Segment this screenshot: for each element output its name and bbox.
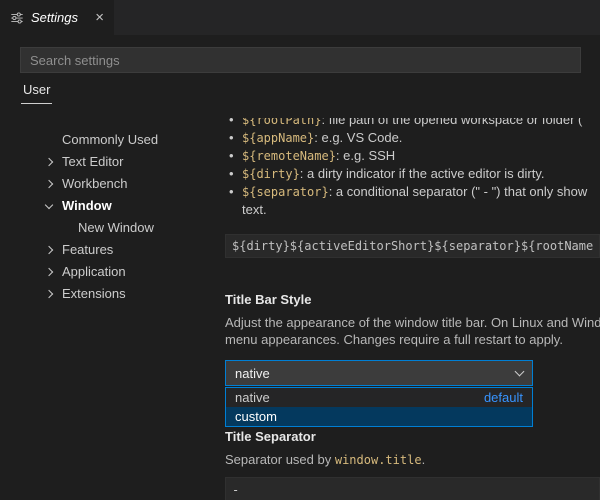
setting-description: Separator used by window.title. [225, 451, 600, 469]
chevron-right-icon [45, 290, 53, 298]
list-item: ${rootPath}: file path of the opened wor… [225, 118, 600, 129]
editor-tab-bar: Settings × [0, 0, 600, 35]
toc-item-window[interactable]: Window [0, 195, 222, 217]
settings-toc: Commonly Used Text Editor Workbench Wind… [0, 129, 222, 305]
toc-item-features[interactable]: Features [0, 239, 222, 261]
setting-title-bar-style: ⚙ Title Bar Style Adjust the appearance … [225, 292, 600, 386]
toc-item-application[interactable]: Application [0, 261, 222, 283]
settings-content: ${rootPath}: file path of the opened wor… [225, 118, 600, 500]
setting-description-line1: Adjust the appearance of the window titl… [225, 314, 600, 331]
settings-sliders-icon [10, 11, 24, 25]
option-label: custom [235, 407, 277, 426]
title-bar-style-dropdown: native default custom [225, 387, 533, 427]
list-item: ${dirty}: a dirty indicator if the activ… [225, 165, 600, 183]
chevron-right-icon [45, 158, 53, 166]
list-item: ${separator}: a conditional separator ("… [225, 183, 600, 201]
toc-label: Application [62, 264, 126, 279]
list-item-continuation: text. [225, 201, 600, 218]
toc-item-workbench[interactable]: Workbench [0, 173, 222, 195]
window-title-variable-list: ${rootPath}: file path of the opened wor… [225, 118, 600, 218]
chevron-down-icon [515, 366, 525, 376]
code-token: ${remoteName} [242, 149, 336, 163]
tab-settings[interactable]: Settings × [0, 0, 114, 35]
toc-item-new-window[interactable]: New Window [0, 217, 222, 239]
window-title-input[interactable] [225, 234, 600, 258]
code-token: window.title [335, 453, 422, 467]
toc-item-extensions[interactable]: Extensions [0, 283, 222, 305]
settings-search [20, 47, 581, 73]
option-default-hint: default [484, 388, 523, 407]
setting-title-separator: Title Separator Separator used by window… [225, 429, 600, 500]
title-bar-style-select-wrap: native native default custom [225, 360, 533, 386]
close-tab-icon[interactable]: × [95, 10, 104, 25]
code-token: ${rootPath} [242, 118, 321, 127]
chevron-right-icon [45, 180, 53, 188]
option-label: native [235, 388, 270, 407]
list-item: ${remoteName}: e.g. SSH [225, 147, 600, 165]
toc-item-text-editor[interactable]: Text Editor [0, 151, 222, 173]
toc-label: Text Editor [62, 154, 123, 169]
chevron-right-icon [45, 246, 53, 254]
option-native[interactable]: native default [226, 388, 532, 407]
scope-tabs: User [21, 82, 52, 104]
search-input[interactable] [20, 47, 581, 73]
toc-label: Commonly Used [62, 132, 158, 147]
toc-label: Extensions [62, 286, 126, 301]
title-bar-style-select[interactable]: native [225, 360, 533, 386]
toc-label: Window [62, 198, 112, 213]
chevron-down-icon [45, 201, 53, 209]
setting-label: Title Bar Style [225, 292, 600, 308]
list-item: ${appName}: e.g. VS Code. [225, 129, 600, 147]
tab-user[interactable]: User [21, 82, 52, 104]
code-token: ${dirty} [242, 167, 300, 181]
title-separator-input[interactable] [225, 477, 600, 500]
toc-label: Workbench [62, 176, 128, 191]
tab-title: Settings [31, 10, 78, 25]
setting-label: Title Separator [225, 429, 600, 445]
option-custom[interactable]: custom [226, 407, 532, 426]
setting-description-line2: menu appearances. Changes require a full… [225, 331, 600, 348]
toc-label: New Window [78, 220, 154, 235]
toc-item-commonly-used[interactable]: Commonly Used [0, 129, 222, 151]
selected-value: native [235, 366, 270, 381]
toc-label: Features [62, 242, 113, 257]
chevron-right-icon [45, 268, 53, 276]
code-token: ${appName} [242, 131, 314, 145]
code-token: ${separator} [242, 185, 329, 199]
